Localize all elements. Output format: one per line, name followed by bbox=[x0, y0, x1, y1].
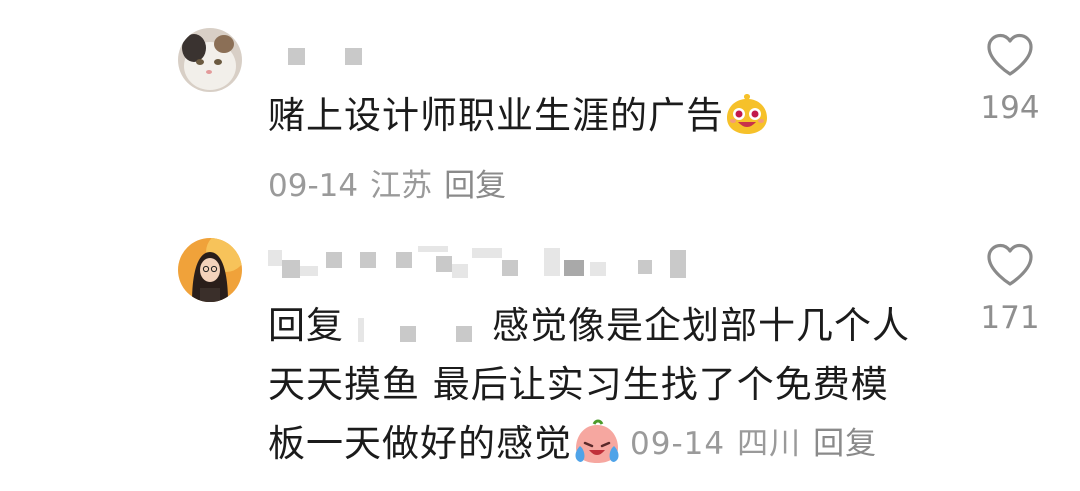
comment-date: 09-14 bbox=[630, 426, 726, 462]
like-count: 171 bbox=[980, 300, 1040, 336]
heart-outline-icon[interactable] bbox=[985, 242, 1035, 288]
like-button[interactable]: 171 bbox=[975, 242, 1045, 336]
comment-meta: 09-14 江苏 回复 bbox=[268, 160, 518, 205]
like-count: 194 bbox=[980, 90, 1040, 126]
comment-location: 四川 bbox=[737, 426, 802, 462]
comment-text: 回复 感觉像是企划部十几个人 天天摸鱼 最后让实习生找了个免费模 板一天做好的感… bbox=[268, 296, 910, 473]
comment-text-line: 天天摸鱼 最后让实习生找了个免费模 bbox=[268, 363, 889, 406]
avatar[interactable] bbox=[178, 238, 242, 302]
reply-button[interactable]: 回复 bbox=[813, 426, 877, 462]
avatar[interactable] bbox=[178, 28, 242, 92]
grinning-yellow-emoji-icon bbox=[724, 90, 770, 153]
like-button[interactable]: 194 bbox=[975, 32, 1045, 126]
crying-laughing-emoji-icon bbox=[572, 418, 622, 481]
reply-prefix: 回复 bbox=[268, 304, 344, 347]
heart-outline-icon[interactable] bbox=[985, 32, 1035, 78]
reply-button[interactable]: 回复 bbox=[444, 168, 506, 204]
comment-location: 江苏 bbox=[370, 168, 433, 204]
comment-date: 09-14 bbox=[268, 168, 359, 204]
comment-text: 赌上设计师职业生涯的广告 bbox=[268, 86, 770, 153]
mention-redacted[interactable] bbox=[344, 312, 490, 342]
